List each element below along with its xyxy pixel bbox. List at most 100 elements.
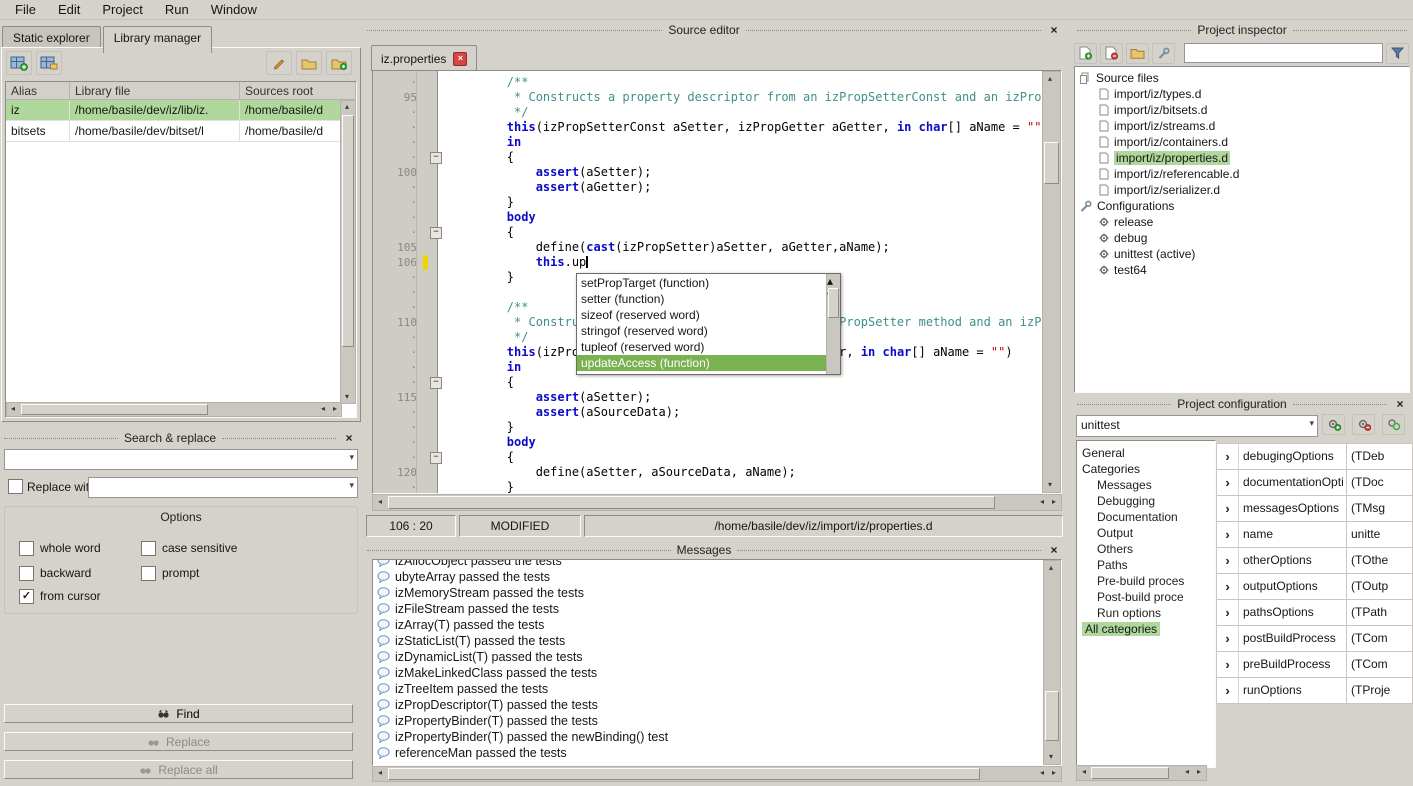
code-line[interactable]: · { (373, 450, 1044, 465)
property-row[interactable]: pathsOptions (TPath (1216, 600, 1413, 626)
code-text[interactable]: * Constructs a property descriptor from … (444, 90, 1044, 105)
add-folder-button[interactable] (1126, 43, 1149, 64)
scroll-up-icon[interactable]: ▴ (1045, 562, 1057, 574)
case-sensitive-checkbox[interactable] (141, 541, 156, 556)
category-item[interactable]: Pre-build proces (1077, 573, 1215, 589)
code-text[interactable]: } (444, 195, 1044, 210)
property-row[interactable]: postBuildProcess (TCom (1216, 626, 1413, 652)
scroll-down-icon[interactable]: ▾ (1044, 479, 1056, 491)
menu-item[interactable]: Edit (47, 0, 91, 20)
expand-icon[interactable] (1217, 444, 1239, 469)
code-line[interactable]: 105 define(cast(izPropSetter)aSetter, aG… (373, 240, 1044, 255)
scroll-left-icon[interactable]: ◂ (374, 496, 386, 508)
code-line[interactable]: 120 define(aSetter, aSourceData, aName); (373, 465, 1044, 480)
category-item[interactable]: Run options (1077, 605, 1215, 621)
tree-file-item[interactable]: import/iz/streams.d (1075, 118, 1409, 134)
scroll-left-icon[interactable]: ◂ (317, 403, 329, 415)
scrollbar-thumb[interactable] (1044, 142, 1059, 184)
scroll-right-icon[interactable]: ▸ (1048, 496, 1060, 508)
editor-hscrollbar[interactable]: ◂ ◂ ▸ (372, 494, 1062, 511)
property-row[interactable]: messagesOptions (TMsg (1216, 496, 1413, 522)
completion-item[interactable]: stringof (reserved word) (577, 323, 826, 339)
code-text[interactable]: assert(aSourceData); (444, 405, 1044, 420)
find-button[interactable]: Find (4, 704, 353, 723)
add-source-button[interactable] (1074, 43, 1097, 64)
menu-item[interactable]: Window (200, 0, 268, 20)
code-text[interactable]: */ (444, 105, 1044, 120)
dropdown-chevron-icon[interactable]: ▾ (349, 480, 354, 491)
code-line[interactable]: 115 assert(aSetter); (373, 390, 1044, 405)
message-item[interactable]: izAllocObject passed the tests (377, 559, 1061, 569)
code-text[interactable]: { (444, 150, 1044, 165)
menu-item[interactable]: Run (154, 0, 200, 20)
completion-scrollbar[interactable]: ▴ ▾ (826, 274, 840, 374)
prompt-checkbox[interactable] (141, 566, 156, 581)
editor-tab[interactable]: iz.properties × (371, 45, 477, 71)
code-text[interactable]: { (444, 375, 1044, 390)
column-alias[interactable]: Alias (6, 82, 70, 100)
search-term-input[interactable] (7, 451, 339, 468)
tab-library-manager[interactable]: Library manager (103, 26, 212, 53)
category-item[interactable]: Output (1077, 525, 1215, 541)
code-text[interactable]: this.up (444, 255, 1044, 270)
tree-configuration-item[interactable]: release (1075, 214, 1409, 230)
expand-icon[interactable] (1217, 626, 1239, 651)
add-configuration-button[interactable] (1322, 414, 1345, 435)
tree-file-item[interactable]: import/iz/referencable.d (1075, 166, 1409, 182)
category-item[interactable]: Paths (1077, 557, 1215, 573)
code-text[interactable]: { (444, 225, 1044, 240)
category-item[interactable]: Messages (1077, 477, 1215, 493)
code-line[interactable]: 106 this.up (373, 255, 1044, 270)
column-library-file[interactable]: Library file (70, 82, 240, 100)
code-text[interactable]: in (444, 135, 1044, 150)
category-categories[interactable]: Categories (1077, 461, 1215, 477)
from-cursor-checkbox[interactable]: ✓ (19, 589, 34, 604)
close-search-panel-button[interactable]: × (342, 431, 356, 445)
property-row[interactable]: runOptions (TProje (1216, 678, 1413, 704)
open-folder-button[interactable] (296, 51, 322, 75)
library-row[interactable]: bitsets /home/basile/dev/bitset/l /home/… (6, 121, 356, 142)
code-text[interactable]: body (444, 435, 1044, 450)
category-item[interactable]: Documentation (1077, 509, 1215, 525)
project-options-button[interactable] (1152, 43, 1175, 64)
code-line[interactable]: · { (373, 225, 1044, 240)
remove-source-button[interactable] (1100, 43, 1123, 64)
scroll-up-icon[interactable]: ▴ (341, 101, 353, 113)
menu-item[interactable]: File (4, 0, 47, 20)
scrollbar-thumb[interactable] (1091, 767, 1169, 779)
scrollbar-thumb[interactable] (388, 768, 980, 780)
replace-term-combobox[interactable]: ▾ (88, 477, 358, 498)
expand-icon[interactable] (1217, 496, 1239, 521)
message-item[interactable]: izPropertyBinder(T) passed the newBindin… (377, 729, 1061, 745)
add-folder-button[interactable] (326, 51, 352, 75)
scrollbar-thumb[interactable] (342, 115, 354, 347)
code-line[interactable]: · */ (373, 105, 1044, 120)
code-text[interactable]: /** (444, 75, 1044, 90)
completion-item[interactable]: sizeof (reserved word) (577, 307, 826, 323)
expand-icon[interactable] (1217, 548, 1239, 573)
code-text[interactable]: assert(aSetter); (444, 165, 1044, 180)
message-item[interactable]: izFileStream passed the tests (377, 601, 1061, 617)
scrollbar-thumb[interactable] (21, 404, 208, 415)
message-item[interactable]: izMemoryStream passed the tests (377, 585, 1061, 601)
fold-collapse-icon[interactable] (430, 227, 442, 239)
code-text[interactable]: define(aSetter, aSourceData, aName); (444, 465, 1044, 480)
code-text[interactable]: } (444, 420, 1044, 435)
message-item[interactable]: izStaticList(T) passed the tests (377, 633, 1061, 649)
configuration-selector[interactable]: unittest ▾ (1076, 415, 1318, 437)
tree-file-item[interactable]: import/iz/bitsets.d (1075, 102, 1409, 118)
scroll-left-icon[interactable]: ◂ (1181, 766, 1193, 778)
code-editor[interactable]: · /**95 * Constructs a property descript… (372, 70, 1062, 494)
code-text[interactable]: this(izPropSetterConst aSetter, izPropGe… (444, 120, 1044, 135)
replace-button[interactable]: Replace (4, 732, 353, 751)
category-item[interactable]: Debugging (1077, 493, 1215, 509)
message-item[interactable]: izArray(T) passed the tests (377, 617, 1061, 633)
add-library-button[interactable] (6, 51, 32, 75)
expand-icon[interactable] (1217, 470, 1239, 495)
code-line[interactable]: · body (373, 210, 1044, 225)
scroll-left-icon[interactable]: ◂ (1036, 767, 1048, 779)
fold-collapse-icon[interactable] (430, 152, 442, 164)
scroll-right-icon[interactable]: ▸ (1193, 766, 1205, 778)
dropdown-chevron-icon[interactable]: ▾ (1309, 418, 1314, 429)
scroll-right-icon[interactable]: ▸ (329, 403, 341, 415)
